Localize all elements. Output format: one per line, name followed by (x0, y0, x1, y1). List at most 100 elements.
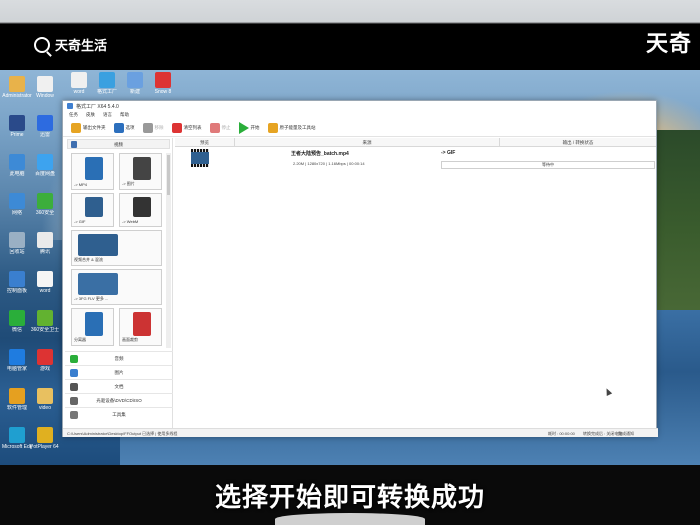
task-row[interactable]: 王者大陆预告_batch.mp4 2.20M | 1280x720 | 1.16… (175, 148, 656, 172)
desktop-app-icon (9, 193, 25, 209)
conversion-tile[interactable]: -> MP4 (71, 153, 114, 190)
category-item[interactable]: 图片 (65, 365, 173, 379)
desktop-icon[interactable]: PotPlayer 64 bit (30, 427, 60, 450)
brand-watermark-right: 天奇 (645, 31, 692, 57)
conversion-tile[interactable]: -> WebM (119, 193, 162, 227)
category-item[interactable]: 工具集 (65, 407, 173, 421)
desktop-app-icon (37, 76, 53, 92)
tile-icon (84, 197, 103, 217)
desktop-icon-label: 电脑管家 (6, 366, 27, 372)
monitor-stand (275, 513, 425, 525)
desktop-icon[interactable]: Administrator (2, 76, 32, 99)
toolbar-button[interactable]: 移除 (141, 121, 166, 135)
desktop-icon[interactable]: Prime (2, 115, 32, 138)
conversion-tile[interactable]: 画面裁剪 (119, 308, 162, 346)
task-target-format: -> GIF (441, 150, 456, 156)
tile-icon (78, 273, 118, 295)
category-label: 工具集 (112, 412, 126, 417)
tile-label: -> WebM (122, 219, 139, 224)
toolbar-icon (209, 122, 220, 133)
after-convert-option[interactable]: 转换完成后 : 关闭电脑 (583, 429, 622, 438)
desktop-icon[interactable]: 控制面板 (2, 271, 32, 294)
desktop-icon-label: word (39, 288, 51, 294)
desktop-icon-label: 微信 (11, 327, 22, 333)
toolbar-button[interactable]: 输出文件夹 (69, 121, 108, 135)
elapsed-time: 耗时 : 00:00:00 (548, 431, 575, 436)
conversion-tile[interactable]: 视频合并 & 混流 (71, 230, 162, 266)
desktop-icon[interactable]: Microsoft Edge (2, 427, 32, 450)
desktop-icon[interactable]: 回收站 (2, 232, 32, 255)
toolbar-label: 清空列表 (183, 124, 202, 130)
desktop-app-icon (9, 232, 25, 248)
tile-icon (84, 312, 103, 336)
notify-option[interactable]: 完成通知 (618, 429, 634, 438)
desktop-icon[interactable]: 游戏 (30, 349, 60, 372)
desktop-icon[interactable]: 360安全 (30, 193, 60, 216)
toolbar-button[interactable]: 原子能量及工具站 (266, 121, 318, 135)
conversion-tile[interactable]: -> 图片 (119, 153, 162, 190)
menu-bar: 任务 皮肤 语言 帮助 (63, 111, 656, 119)
toolbar-button[interactable]: 选项 (112, 121, 137, 135)
toolbar-label: 选项 (125, 124, 135, 130)
conversion-tile[interactable]: 分离器 (71, 308, 114, 346)
conversion-tile[interactable]: -> GIF (71, 193, 114, 227)
tile-icon (84, 157, 103, 180)
window-body: 视频 -> MP4 -> 图片 -> GIF -> WebM 视频合并 & 混流 -> 3… (63, 138, 658, 428)
task-file-info: 2.20M | 1280x720 | 1.16Mbps | 00:00:14 (293, 161, 365, 166)
desktop-app-icon (155, 72, 171, 88)
desktop-icon[interactable]: 此电脑 (2, 154, 32, 177)
column-output-status[interactable]: 输出 / 转换状态 (500, 138, 656, 146)
desktop-icon-label: Prime (10, 132, 24, 138)
category-label: 图片 (114, 370, 124, 375)
category-item[interactable]: 光驱设备\DVD\CD\ISO (65, 393, 173, 407)
status-bar: C:\Users\Administrator\Desktop\FFOutput … (63, 428, 658, 437)
sidebar-scrollbar[interactable] (166, 153, 171, 348)
desktop-icon[interactable]: word (64, 72, 94, 95)
column-source[interactable]: 来源 (235, 138, 500, 146)
category-icon (70, 411, 78, 419)
desktop-icon[interactable]: 格式工厂 (92, 72, 122, 95)
column-preview[interactable]: 预览 (175, 138, 235, 146)
scrollbar-thumb[interactable] (167, 155, 170, 195)
toolbar-button[interactable]: 停止 (208, 121, 233, 135)
desktop-app-icon (37, 271, 53, 287)
toolbar-icon (113, 122, 124, 133)
conversion-tile[interactable]: -> 3FG FLV 更多 ... (71, 269, 162, 305)
menu-item[interactable]: 任务 (69, 112, 78, 118)
desktop-icon[interactable]: 软件管理 (2, 388, 32, 411)
desktop-app-icon (37, 193, 53, 209)
desktop-app-icon (9, 76, 25, 92)
toolbar-label: 原子能量及工具站 (279, 124, 316, 130)
desktop-icon[interactable]: 百度网盘 (30, 154, 60, 177)
menu-item[interactable]: 语言 (103, 112, 112, 118)
desktop-icon[interactable]: word (30, 271, 60, 294)
menu-item[interactable]: 皮肤 (86, 112, 95, 118)
category-item[interactable]: 文档 (65, 379, 173, 393)
toolbar-button[interactable]: 开始 (237, 121, 262, 135)
brand-watermark-left: 天奇生活 (34, 35, 107, 54)
desktop-icon[interactable]: 网络 (2, 193, 32, 216)
desktop-icon[interactable]: Window (30, 76, 60, 99)
desktop-app-icon (71, 72, 87, 88)
category-item[interactable]: 音频 (65, 351, 173, 365)
tile-label: -> MP4 (74, 182, 88, 187)
desktop-icon[interactable]: video (30, 388, 60, 411)
desktop-icon[interactable]: 迅雷 (30, 115, 60, 138)
toolbar-button[interactable]: 清空列表 (170, 121, 204, 135)
desktop-icon[interactable]: Snow 8 (148, 72, 178, 95)
desktop-icon[interactable]: 腾讯 (30, 232, 60, 255)
tile-icon (132, 312, 151, 336)
desktop-icon-label: 控制面板 (6, 288, 27, 294)
toolbar-icon (71, 122, 81, 133)
desktop-icon-label: 格式工厂 (96, 89, 117, 95)
desktop-icon[interactable]: 微信 (2, 310, 32, 333)
desktop-icon-label: PotPlayer 64 bit (30, 444, 60, 450)
desktop-icon-label: 腾讯 (39, 249, 50, 255)
desktop-icon-label: 网络 (11, 210, 22, 216)
desktop-icon[interactable]: 360安全卫士 (30, 310, 60, 333)
desktop-icon[interactable]: 新建 (120, 72, 150, 95)
category-header-video[interactable]: 视频 (67, 139, 170, 149)
output-folder-path[interactable]: C:\Users\Administrator\Desktop\FFOutput … (67, 429, 177, 438)
menu-item[interactable]: 帮助 (120, 112, 129, 118)
desktop-icon[interactable]: 电脑管家 (2, 349, 32, 372)
